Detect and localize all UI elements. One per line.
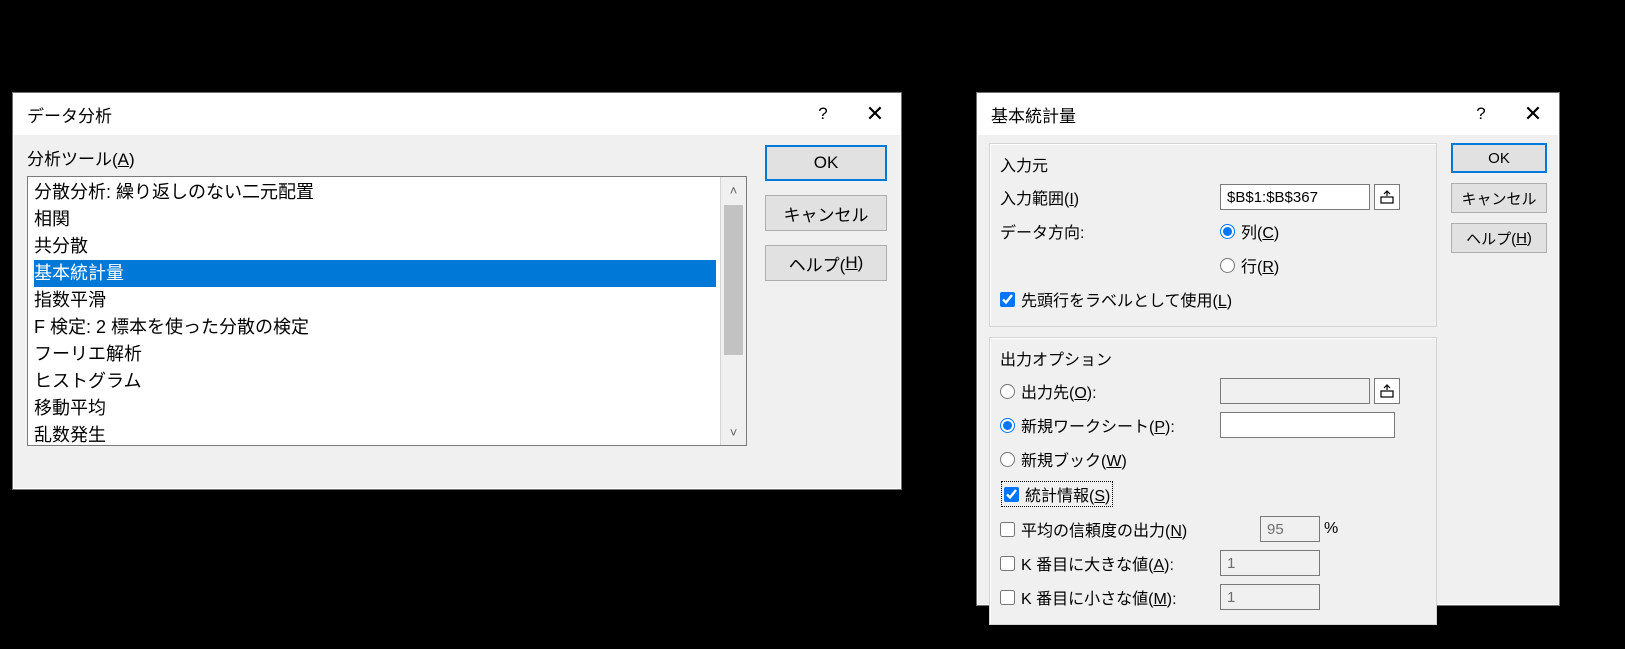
direction-columns-radio[interactable]: 列(C) [1220, 219, 1279, 243]
summary-stats-checkbox[interactable]: 統計情報(S) [1000, 480, 1114, 508]
cancel-button[interactable]: キャンセル [765, 195, 887, 231]
labels-first-row-checkbox[interactable]: 先頭行をラベルとして使用(L) [1000, 287, 1232, 311]
tools-label: 分析ツール(A) [27, 145, 747, 170]
scroll-thumb[interactable] [724, 205, 743, 355]
ok-button[interactable]: OK [1451, 143, 1547, 173]
list-item[interactable]: 相関 [34, 206, 716, 233]
descriptive-stats-dialog: 基本統計量 ? ✕ 入力元 入力範囲(I) データ方向: [976, 92, 1560, 606]
output-range-field [1220, 378, 1370, 404]
list-item[interactable]: フーリエ解析 [34, 341, 716, 368]
list-item[interactable]: 移動平均 [34, 395, 716, 422]
list-item[interactable]: F 検定: 2 標本を使った分散の検定 [34, 314, 716, 341]
help-button[interactable]: ヘルプ(H) [1451, 223, 1547, 253]
kth-largest-checkbox[interactable]: K 番目に大きな値(A): [1000, 551, 1220, 575]
scroll-down-icon[interactable]: ˅ [721, 419, 746, 445]
help-icon[interactable]: ? [1455, 93, 1507, 135]
dialog-title: 基本統計量 [991, 102, 1455, 127]
titlebar: データ分析 ? ✕ [13, 93, 901, 135]
new-worksheet-name-field[interactable] [1220, 412, 1395, 438]
output-group: 出力オプション 出力先(O): 新規ワークシート(P): [989, 337, 1437, 625]
new-worksheet-radio[interactable]: 新規ワークシート(P): [1000, 413, 1220, 437]
direction-rows-radio[interactable]: 行(R) [1220, 253, 1279, 277]
kth-largest-field [1220, 550, 1320, 576]
list-item[interactable]: ヒストグラム [34, 368, 716, 395]
input-range-field[interactable] [1220, 184, 1370, 210]
range-picker-icon[interactable] [1374, 378, 1400, 404]
list-item[interactable]: 乱数発生 [34, 422, 716, 446]
scrollbar[interactable]: ˄ ˅ [720, 177, 746, 445]
output-section-label: 出力オプション [1000, 346, 1426, 370]
cancel-button[interactable]: キャンセル [1451, 183, 1547, 213]
close-icon[interactable]: ✕ [849, 93, 901, 135]
help-icon[interactable]: ? [797, 93, 849, 135]
dialog-title: データ分析 [27, 102, 797, 127]
list-item[interactable]: 指数平滑 [34, 287, 716, 314]
new-workbook-radio[interactable]: 新規ブック(W) [1000, 447, 1127, 471]
confidence-level-field [1260, 516, 1320, 542]
data-direction-label: データ方向: [1000, 219, 1220, 243]
list-item[interactable]: 分散分析: 繰り返しのない二元配置 [34, 179, 716, 206]
output-range-radio[interactable]: 出力先(O): [1000, 379, 1220, 403]
kth-smallest-checkbox[interactable]: K 番目に小さな値(M): [1000, 585, 1220, 609]
help-button[interactable]: ヘルプ(H) [765, 245, 887, 281]
close-icon[interactable]: ✕ [1507, 93, 1559, 135]
list-item[interactable]: 共分散 [34, 233, 716, 260]
input-group: 入力元 入力範囲(I) データ方向: 列(C) [989, 143, 1437, 327]
tools-listbox[interactable]: 分散分析: 繰り返しのない二元配置相関共分散基本統計量指数平滑F 検定: 2 標… [27, 176, 747, 446]
percent-label: % [1320, 520, 1338, 538]
input-section-label: 入力元 [1000, 152, 1426, 176]
kth-smallest-field [1220, 584, 1320, 610]
list-item[interactable]: 基本統計量 [34, 260, 716, 287]
confidence-level-checkbox[interactable]: 平均の信頼度の出力(N) [1000, 517, 1260, 541]
input-range-label: 入力範囲(I) [1000, 185, 1220, 209]
range-picker-icon[interactable] [1374, 184, 1400, 210]
scroll-up-icon[interactable]: ˄ [721, 177, 746, 203]
data-analysis-dialog: データ分析 ? ✕ 分析ツール(A) 分散分析: 繰り返しのない二元配置相関共分… [12, 92, 902, 490]
ok-button[interactable]: OK [765, 145, 887, 181]
titlebar: 基本統計量 ? ✕ [977, 93, 1559, 135]
